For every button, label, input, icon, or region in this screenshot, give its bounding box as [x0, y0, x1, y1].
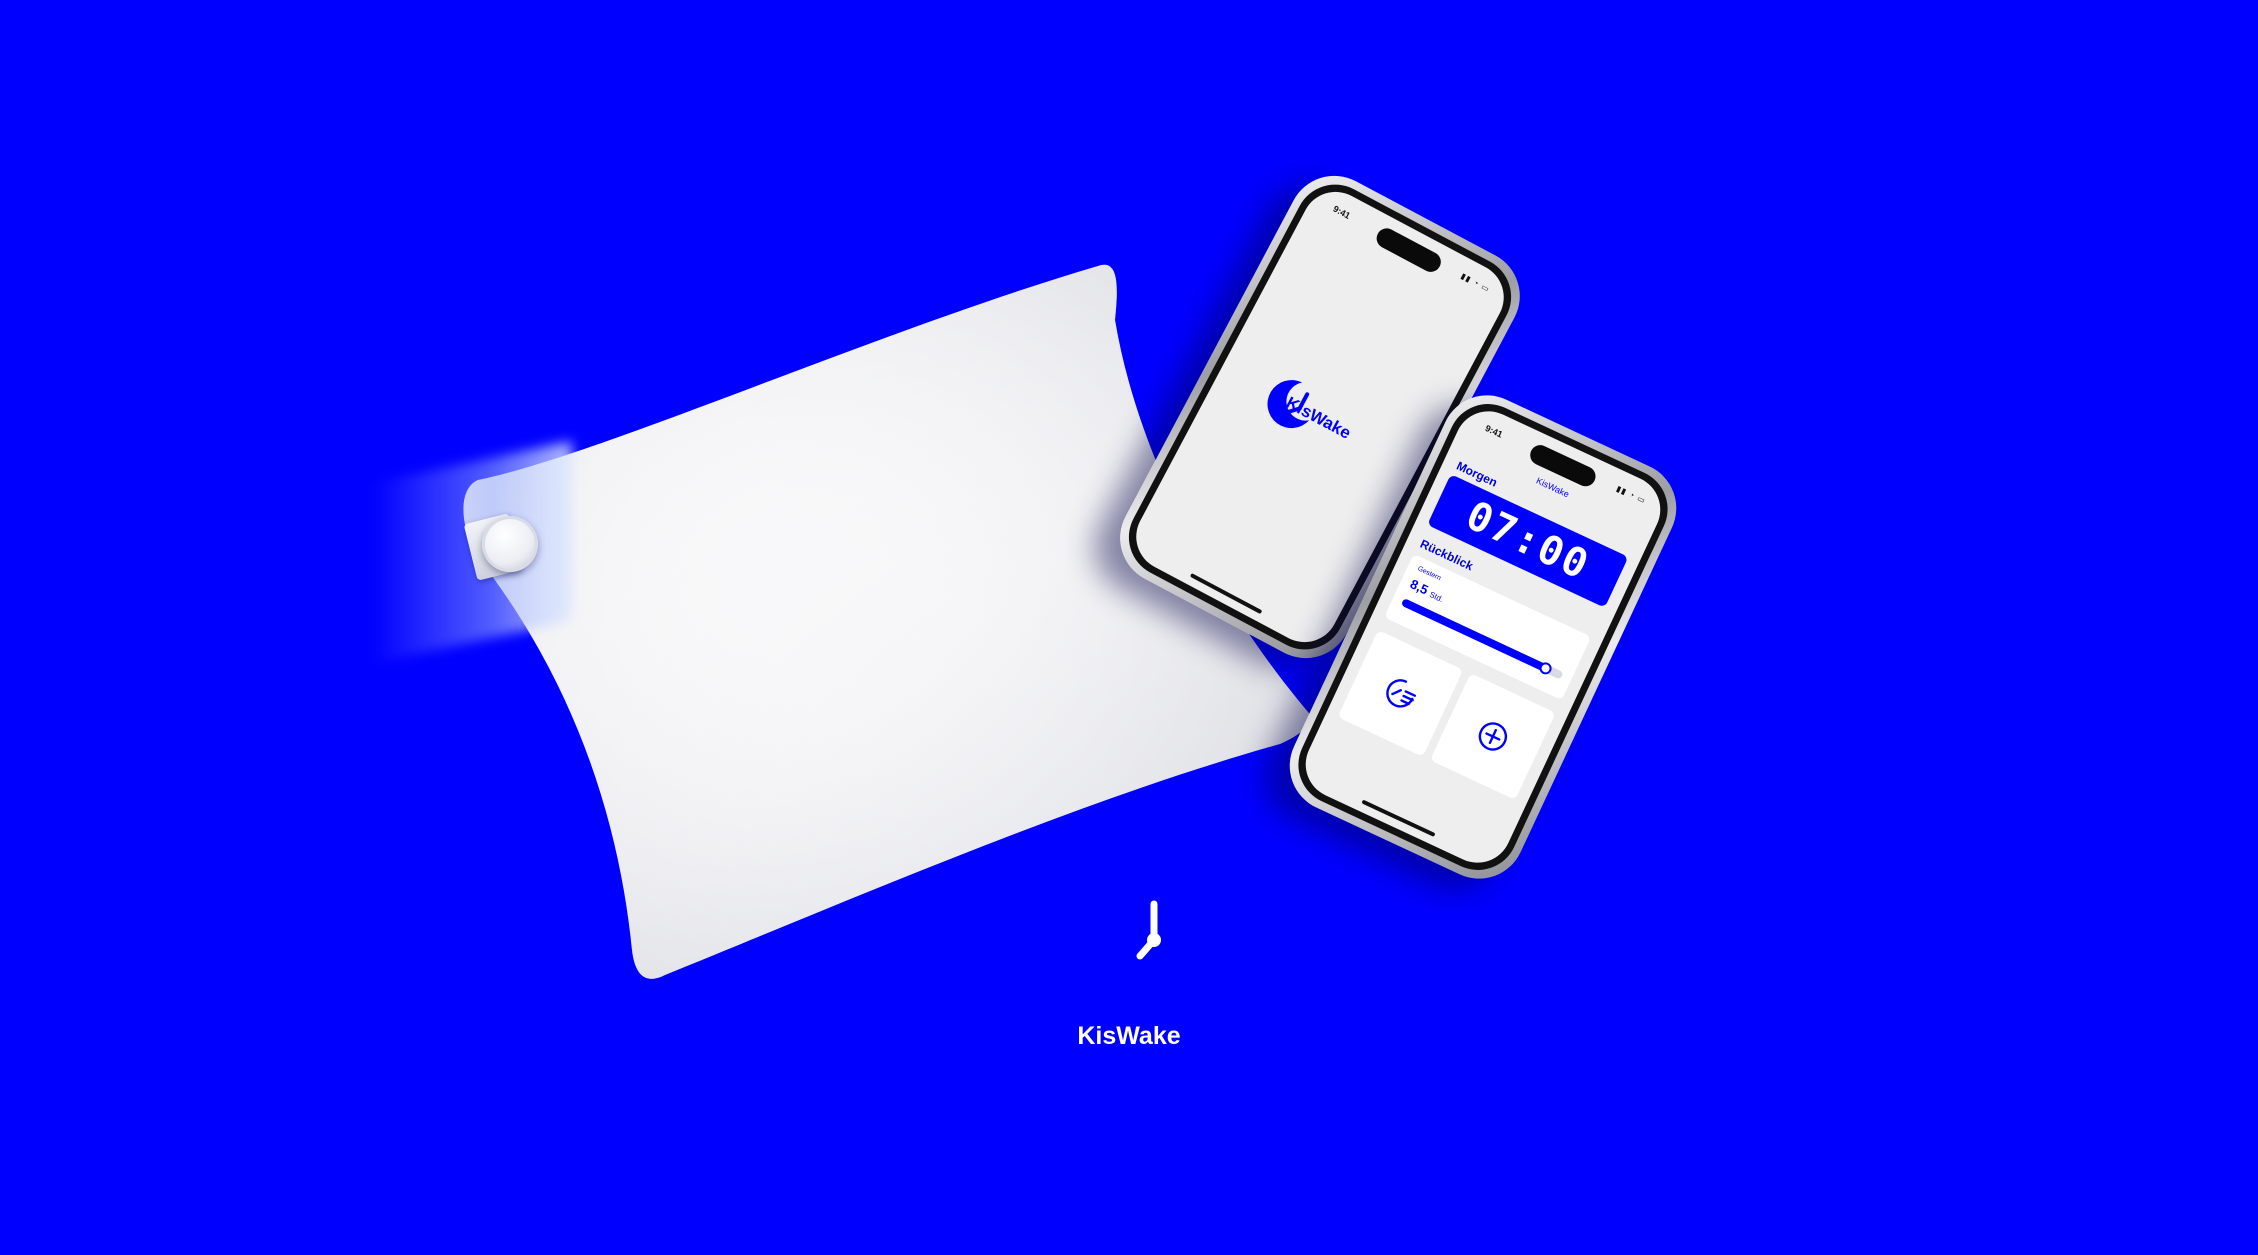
- sleep-history-icon: [1386, 679, 1417, 708]
- dynamic-island: [1373, 224, 1445, 276]
- home-indicator: [1189, 573, 1263, 615]
- status-time: 9:41: [1483, 423, 1505, 440]
- moon-clock-logo-icon: [1091, 888, 1178, 996]
- status-time: 9:41: [1331, 203, 1352, 221]
- review-value: 8,5 Std.: [1408, 576, 1447, 605]
- status-icons: ▮▮ ◔ ▭: [1459, 271, 1492, 295]
- pillow-icon: [463, 264, 1311, 979]
- add-circle-icon: [1478, 722, 1508, 751]
- review-unit: Std.: [1427, 589, 1445, 605]
- pillow-sensor-button: [482, 516, 538, 572]
- review-number: 8,5: [1407, 576, 1431, 598]
- brand-name: KisWake: [1077, 1022, 1181, 1050]
- pillow-product: [0, 0, 2258, 1255]
- home-indicator: [1361, 799, 1436, 837]
- status-icons: ▮▮ ◔ ▭: [1614, 484, 1648, 506]
